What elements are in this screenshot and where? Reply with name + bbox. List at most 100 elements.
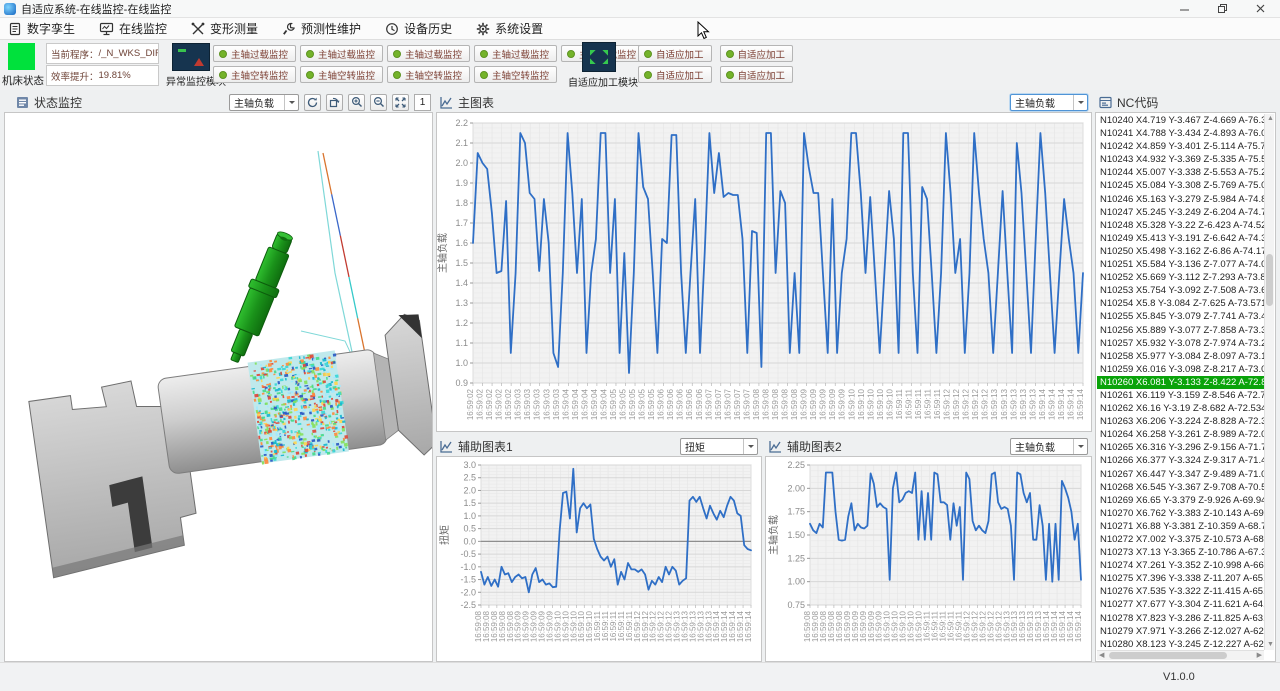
svg-text:16:59:11: 16:59:11 bbox=[895, 388, 904, 419]
svg-text:1.0: 1.0 bbox=[455, 358, 468, 368]
nc-vscroll-thumb[interactable] bbox=[1266, 254, 1273, 306]
menu-item-6[interactable]: 系统设置 bbox=[476, 20, 543, 37]
nc-line[interactable]: N10274 X7.261 Y-3.352 Z-10.998 A-66.67 bbox=[1097, 559, 1264, 572]
nc-line[interactable]: N10261 X6.119 Y-3.159 Z-8.546 A-72.701 bbox=[1097, 389, 1264, 402]
overload-monitor-button-3[interactable]: 主轴过载监控 bbox=[387, 45, 470, 62]
adaptive-machining-button-3[interactable]: 自适应加工 bbox=[638, 66, 712, 83]
nc-line[interactable]: N10244 X5.007 Y-3.338 Z-5.553 A-75.297 bbox=[1097, 166, 1264, 179]
zoom-level-box[interactable]: 1 bbox=[414, 94, 431, 111]
idle-monitor-button-4[interactable]: 主轴空转监控 bbox=[474, 66, 557, 83]
idle-monitor-button-3[interactable]: 主轴空转监控 bbox=[387, 66, 470, 83]
svg-text:16:59:07: 16:59:07 bbox=[723, 388, 732, 420]
adaptive-machining-button-2[interactable]: 自适应加工 bbox=[720, 45, 794, 62]
svg-text:16:59:08: 16:59:08 bbox=[781, 388, 790, 420]
svg-text:16:59:05: 16:59:05 bbox=[609, 388, 618, 420]
nc-line[interactable]: N10265 X6.316 Y-3.296 Z-9.156 A-71.771 bbox=[1097, 441, 1264, 454]
nc-line[interactable]: N10251 X5.584 Y-3.136 Z-7.077 A-74.012 bbox=[1097, 258, 1264, 271]
view-channel-dropdown[interactable]: 主轴负载 bbox=[229, 94, 299, 111]
nc-line[interactable]: N10240 X4.719 Y-3.467 Z-4.669 A-76.396 bbox=[1097, 114, 1264, 127]
nc-line[interactable]: N10263 X6.206 Y-3.224 Z-8.828 A-72.33 ( bbox=[1097, 415, 1264, 428]
close-button[interactable] bbox=[1242, 0, 1280, 18]
nc-hscroll-thumb[interactable] bbox=[1109, 652, 1227, 659]
svg-text:16:59:05: 16:59:05 bbox=[619, 388, 628, 420]
nc-line[interactable]: N10280 X8.123 Y-3.245 Z-12.227 A-62.23 bbox=[1097, 638, 1264, 650]
nc-line[interactable]: N10248 X5.328 Y-3.22 Z-6.423 A-74.52 C bbox=[1097, 219, 1264, 232]
nc-line[interactable]: N10250 X5.498 Y-3.162 Z-6.86 A-74.178 ( bbox=[1097, 245, 1264, 258]
nc-horizontal-scrollbar[interactable]: ◀ ▶ bbox=[1097, 650, 1264, 660]
title-bar: 自适应系统-在线监控-在线监控 bbox=[0, 0, 1280, 18]
status-led-icon bbox=[480, 50, 488, 58]
rotate-view-button[interactable] bbox=[304, 94, 321, 111]
machine-3d-viewport[interactable] bbox=[4, 112, 433, 662]
nc-line[interactable]: N10271 X6.88 Y-3.381 Z-10.359 A-68.711 bbox=[1097, 520, 1264, 533]
anomaly-module[interactable]: 异常监控模块 bbox=[166, 43, 216, 88]
nc-line[interactable]: N10259 X6.016 Y-3.098 Z-8.217 A-73.036 bbox=[1097, 363, 1264, 376]
aux-chart-2-dropdown[interactable]: 主轴负载 bbox=[1010, 438, 1088, 455]
nc-line[interactable]: N10273 X7.13 Y-3.365 Z-10.786 A-67.372 bbox=[1097, 546, 1264, 559]
nc-line[interactable]: N10267 X6.447 Y-3.347 Z-9.489 A-71.055 bbox=[1097, 468, 1264, 481]
nc-line[interactable]: N10272 X7.002 Y-3.375 Z-10.573 A-68.05 bbox=[1097, 533, 1264, 546]
line-chart-icon bbox=[769, 440, 782, 453]
nc-line[interactable]: N10257 X5.932 Y-3.078 Z-7.974 A-73.243 bbox=[1097, 337, 1264, 350]
svg-text:1.25: 1.25 bbox=[787, 553, 805, 563]
nc-vertical-scrollbar[interactable]: ▲ ▼ bbox=[1264, 114, 1274, 650]
idle-monitor-button-1[interactable]: 主轴空转监控 bbox=[213, 66, 296, 83]
nc-line[interactable]: N10279 X7.971 Y-3.266 Z-12.027 A-62.98 bbox=[1097, 625, 1264, 638]
svg-text:16:59:05: 16:59:05 bbox=[647, 388, 656, 420]
nc-line[interactable]: N10270 X6.762 Y-3.383 Z-10.143 A-69.34 bbox=[1097, 507, 1264, 520]
nc-line[interactable]: N10275 X7.396 Y-3.338 Z-11.207 A-65.95 bbox=[1097, 572, 1264, 585]
nc-line[interactable]: N10262 X6.16 Y-3.19 Z-8.682 A-72.534 C bbox=[1097, 402, 1264, 415]
menu-item-1[interactable]: 数字孪生 bbox=[8, 20, 75, 37]
minimize-button[interactable] bbox=[1166, 0, 1204, 18]
nc-line[interactable]: N10253 X5.754 Y-3.092 Z-7.508 A-73.677 bbox=[1097, 284, 1264, 297]
svg-text:1.8: 1.8 bbox=[455, 198, 468, 208]
nc-line[interactable]: N10256 X5.889 Y-3.077 Z-7.858 A-73.348 bbox=[1097, 324, 1264, 337]
main-chart-dropdown[interactable]: 主轴负载 bbox=[1010, 94, 1088, 111]
status-led-icon bbox=[306, 50, 314, 58]
overload-monitor-button-2[interactable]: 主轴过载监控 bbox=[300, 45, 383, 62]
svg-text:16:59:02: 16:59:02 bbox=[485, 388, 494, 420]
nc-line[interactable]: N10245 X5.084 Y-3.308 Z-5.769 A-75.088 bbox=[1097, 179, 1264, 192]
status-led-icon bbox=[726, 71, 734, 79]
nc-line[interactable]: N10249 X5.413 Y-3.191 Z-6.642 A-74.346 bbox=[1097, 232, 1264, 245]
aux-chart-2-panel: 辅助图表2 主轴负载 0.751.001.251.501.752.002.251… bbox=[765, 436, 1092, 662]
rotate-3d-button[interactable] bbox=[326, 94, 343, 111]
menu-item-3[interactable]: 变形测量 bbox=[191, 20, 258, 37]
svg-text:16:59:06: 16:59:06 bbox=[666, 388, 675, 420]
svg-text:1.3: 1.3 bbox=[455, 298, 468, 308]
nc-line[interactable]: N10266 X6.377 Y-3.324 Z-9.317 A-71.443 bbox=[1097, 454, 1264, 467]
menu-item-5[interactable]: 设备历史 bbox=[385, 20, 452, 37]
menu-item-2[interactable]: 在线监控 bbox=[99, 20, 167, 37]
nc-line-active[interactable]: N10260 X6.081 Y-3.133 Z-8.422 A-72.835 bbox=[1097, 376, 1264, 389]
nc-line[interactable]: N10255 X5.845 Y-3.079 Z-7.741 A-73.458 bbox=[1097, 310, 1264, 323]
nc-line[interactable]: N10268 X6.545 Y-3.367 Z-9.708 A-70.519 bbox=[1097, 481, 1264, 494]
menu-item-4[interactable]: 预测性维护 bbox=[282, 20, 361, 37]
nc-line[interactable]: N10243 X4.932 Y-3.369 Z-5.335 A-75.523 bbox=[1097, 153, 1264, 166]
nc-line[interactable]: N10254 X5.8 Y-3.084 Z-7.625 A-73.571 C bbox=[1097, 297, 1264, 310]
nc-line[interactable]: N10264 X6.258 Y-3.261 Z-8.989 A-72.072 bbox=[1097, 428, 1264, 441]
nc-line[interactable]: N10252 X5.669 Y-3.112 Z-7.293 A-73.844 bbox=[1097, 271, 1264, 284]
nc-line[interactable]: N10247 X5.245 Y-3.249 Z-6.204 A-74.701 bbox=[1097, 206, 1264, 219]
nc-line[interactable]: N10258 X5.977 Y-3.084 Z-8.097 A-73.138 bbox=[1097, 350, 1264, 363]
overload-monitor-button-1[interactable]: 主轴过载监控 bbox=[213, 45, 296, 62]
nc-line[interactable]: N10241 X4.788 Y-3.434 Z-4.893 A-76.062 bbox=[1097, 127, 1264, 140]
zoom-out-button[interactable] bbox=[370, 94, 387, 111]
nc-line[interactable]: N10242 X4.859 Y-3.401 Z-5.114 A-75.775 bbox=[1097, 140, 1264, 153]
svg-text:16:59:09: 16:59:09 bbox=[838, 388, 847, 420]
idle-monitor-button-2[interactable]: 主轴空转监控 bbox=[300, 66, 383, 83]
restore-button[interactable] bbox=[1204, 0, 1242, 18]
svg-text:1.2: 1.2 bbox=[455, 318, 468, 328]
adaptive-machining-button-1[interactable]: 自适应加工 bbox=[638, 45, 712, 62]
nc-line[interactable]: N10278 X7.823 Y-3.286 Z-11.825 A-63.73 bbox=[1097, 612, 1264, 625]
nc-line[interactable]: N10246 X5.163 Y-3.279 Z-5.984 A-74.892 bbox=[1097, 193, 1264, 206]
aux-chart-1-dropdown[interactable]: 扭矩 bbox=[680, 438, 758, 455]
machine-status-label: 机床状态 bbox=[0, 73, 46, 88]
nc-line[interactable]: N10269 X6.65 Y-3.379 Z-9.926 A-69.947 ( bbox=[1097, 494, 1264, 507]
adaptive-module[interactable]: 自适应加工模块 bbox=[568, 42, 630, 89]
zoom-in-button[interactable] bbox=[348, 94, 365, 111]
overload-monitor-button-4[interactable]: 主轴过载监控 bbox=[474, 45, 557, 62]
fit-view-button[interactable] bbox=[392, 94, 409, 111]
nc-line[interactable]: N10276 X7.535 Y-3.322 Z-11.415 A-65.22 bbox=[1097, 585, 1264, 598]
adaptive-machining-button-4[interactable]: 自适应加工 bbox=[720, 66, 794, 83]
nc-line[interactable]: N10277 X7.677 Y-3.304 Z-11.621 A-64.48 bbox=[1097, 598, 1264, 611]
